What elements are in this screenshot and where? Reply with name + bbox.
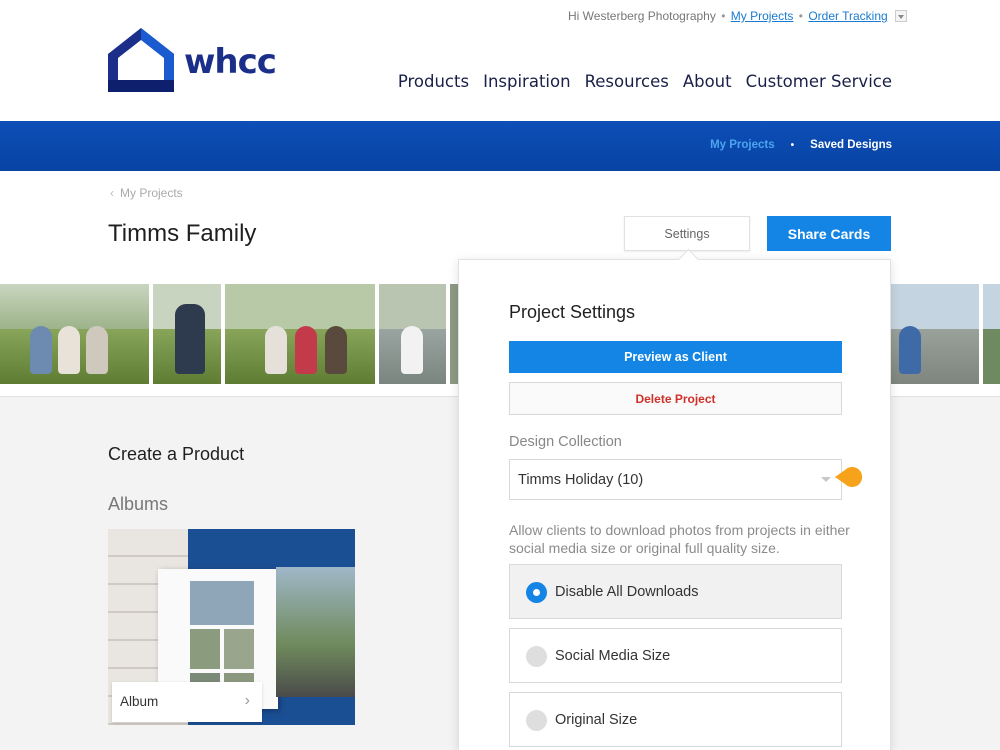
brand-wordmark: whcc [184, 42, 277, 82]
album-card-label[interactable]: Album › [112, 682, 262, 722]
section-title: Create a Product [108, 444, 245, 464]
pointer-marker-icon [835, 467, 863, 487]
option-label: Social Media Size [555, 648, 671, 664]
delete-project-button[interactable]: Delete Project [509, 382, 842, 415]
project-photo[interactable] [225, 284, 375, 384]
download-option-disable[interactable]: Disable All Downloads [509, 564, 842, 619]
project-photo[interactable] [379, 284, 446, 384]
album-label-text: Album [120, 694, 159, 709]
chevron-right-icon: › [244, 692, 250, 709]
radio-unselected-icon[interactable] [526, 646, 547, 667]
album-side-photo [276, 567, 355, 697]
preview-as-client-button[interactable]: Preview as Client [509, 341, 842, 373]
chevron-left-icon: ‹ [110, 186, 114, 200]
settings-button[interactable]: Settings [624, 216, 750, 251]
house-logo-icon [108, 28, 174, 92]
project-settings-popover: Project Settings Preview as Client Delet… [458, 259, 891, 750]
utility-separator: • [721, 9, 726, 23]
radio-unselected-icon[interactable] [526, 710, 547, 731]
subnav-my-projects[interactable]: My Projects [710, 139, 775, 151]
project-photo[interactable] [0, 284, 149, 384]
main-nav: Products Inspiration Resources About Cus… [398, 72, 892, 91]
download-option-original[interactable]: Original Size [509, 692, 842, 747]
nav-customer-service[interactable]: Customer Service [746, 72, 892, 91]
download-option-social[interactable]: Social Media Size [509, 628, 842, 683]
utility-separator: • [798, 9, 803, 23]
option-label: Original Size [555, 712, 638, 728]
design-collection-label: Design Collection [509, 434, 622, 450]
chevron-down-icon [821, 477, 831, 482]
sub-nav-band: My Projects • Saved Designs [0, 121, 1000, 171]
account-dropdown-icon[interactable] [895, 9, 908, 22]
page-title: Timms Family [108, 220, 257, 247]
nav-inspiration[interactable]: Inspiration [483, 72, 570, 91]
radio-selected-icon[interactable] [526, 582, 547, 603]
nav-resources[interactable]: Resources [585, 72, 669, 91]
greeting-text: Hi Westerberg Photography [568, 9, 716, 23]
share-cards-button[interactable]: Share Cards [767, 216, 891, 251]
nav-products[interactable]: Products [398, 72, 469, 91]
utility-bar: Hi Westerberg Photography • My Projects … [568, 9, 908, 25]
option-label: Disable All Downloads [555, 584, 699, 600]
nav-about[interactable]: About [683, 72, 732, 91]
project-photo[interactable] [891, 284, 979, 384]
whcc-logo[interactable]: whcc [108, 28, 277, 94]
my-projects-link[interactable]: My Projects [731, 9, 794, 23]
breadcrumb[interactable]: ‹ My Projects [110, 186, 183, 200]
project-photo[interactable] [983, 284, 1000, 384]
download-help-text: Allow clients to download photos from pr… [509, 522, 850, 556]
subnav-saved-designs[interactable]: Saved Designs [810, 139, 892, 151]
category-title: Albums [108, 494, 169, 514]
order-tracking-link[interactable]: Order Tracking [808, 9, 887, 23]
popover-title: Project Settings [509, 302, 636, 322]
subnav-separator: • [790, 139, 795, 151]
design-collection-select[interactable]: Timms Holiday (10) [509, 459, 842, 500]
breadcrumb-back-label: My Projects [120, 186, 183, 200]
project-photo[interactable] [153, 284, 221, 384]
design-collection-value: Timms Holiday (10) [518, 472, 644, 488]
